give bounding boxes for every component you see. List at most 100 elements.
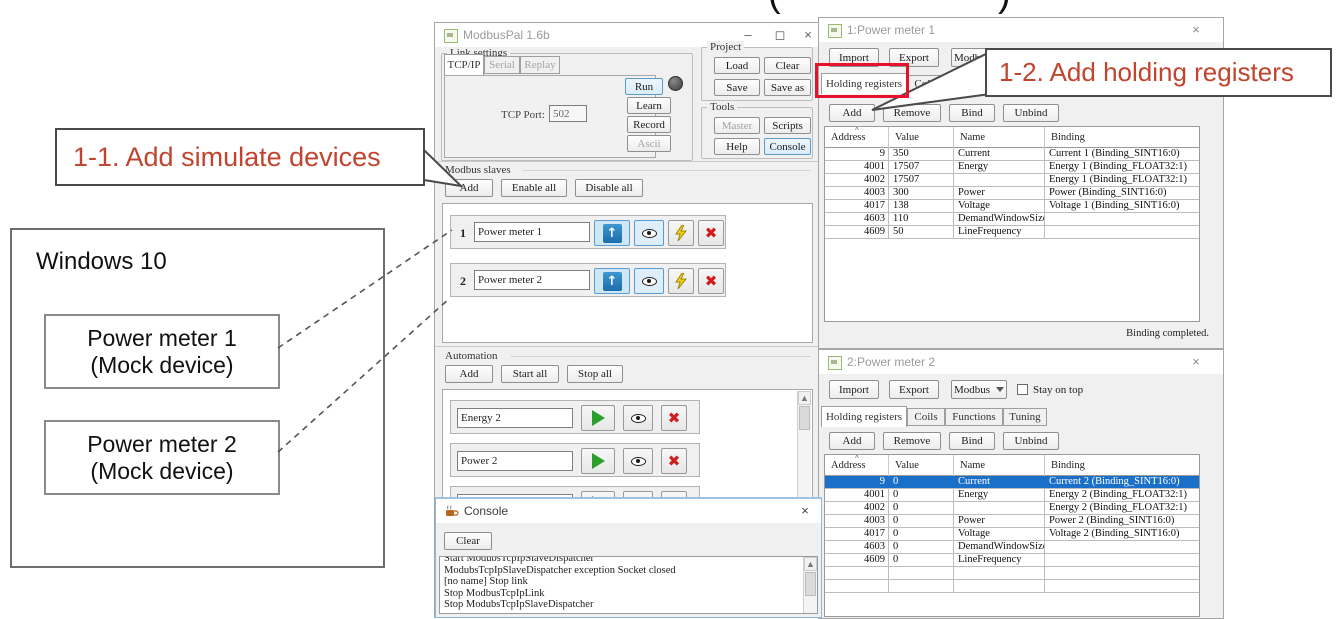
clear-console-button[interactable]: Clear [444, 532, 492, 550]
add-automation-button[interactable]: Add [445, 365, 493, 383]
tab-tcpip[interactable]: TCP/IP [444, 54, 484, 75]
column-header-name[interactable]: Name [954, 127, 1045, 148]
import-button[interactable]: Import [829, 380, 879, 399]
add-register-button[interactable]: Add [829, 104, 875, 122]
enable-slave-button[interactable]: ↑ [594, 220, 630, 246]
column-header-address[interactable]: Address^ [825, 127, 889, 148]
table-cell: Energy 1 (Binding_FLOAT32:1) [1045, 161, 1199, 173]
unbind-button[interactable]: Unbind [1003, 104, 1059, 122]
save-button[interactable]: Save [714, 79, 760, 96]
table-cell: Energy [954, 489, 1045, 501]
table-row[interactable]: 400117507EnergyEnergy 1 (Binding_FLOAT32… [825, 161, 1199, 174]
tab-coils[interactable]: Coils [907, 408, 945, 426]
start-all-button[interactable]: Start all [501, 365, 559, 383]
master-button[interactable]: Master [714, 117, 760, 134]
view-slave-button[interactable] [634, 220, 664, 246]
table-cell: 0 [889, 502, 954, 514]
record-button[interactable]: Record [627, 116, 671, 133]
bindings-button[interactable] [668, 268, 694, 294]
column-header-name[interactable]: Name [954, 455, 1045, 476]
table-row[interactable]: 4003300PowerPower (Binding_SINT16:0) [825, 187, 1199, 200]
column-header-binding[interactable]: Binding [1045, 455, 1199, 476]
unbind-button[interactable]: Unbind [1003, 432, 1059, 450]
delete-slave-button[interactable]: ✖ [698, 268, 724, 294]
bind-button[interactable]: Bind [949, 104, 995, 122]
remove-register-button[interactable]: Remove [883, 432, 941, 450]
app-icon [828, 24, 842, 38]
console-button[interactable]: Console [764, 138, 811, 155]
delete-slave-button[interactable]: ✖ [698, 220, 724, 246]
delete-automation-button[interactable]: ✖ [661, 448, 687, 474]
table-row[interactable]: 40170VoltageVoltage 2 (Binding_SINT16:0) [825, 528, 1199, 541]
table-cell: 138 [889, 200, 954, 212]
table-row[interactable] [825, 580, 1199, 593]
table-row[interactable]: 90CurrentCurrent 2 (Binding_SINT16:0) [825, 476, 1199, 489]
tab-serial[interactable]: Serial [484, 56, 520, 74]
column-header-value[interactable]: Value [889, 127, 954, 148]
table-row[interactable] [825, 567, 1199, 580]
close-button[interactable]: × [1183, 20, 1209, 40]
remove-register-button[interactable]: Remove [883, 104, 941, 122]
help-button[interactable]: Help [714, 138, 760, 155]
tcp-port-input[interactable] [549, 105, 587, 122]
slave-name-input[interactable] [474, 270, 590, 290]
learn-button[interactable]: Learn [627, 97, 671, 114]
titlebar: ModbusPal 1.6b – ◻ × [435, 23, 819, 47]
add-slave-button[interactable]: Add [445, 179, 493, 197]
bindings-button[interactable] [668, 220, 694, 246]
clear-button[interactable]: Clear [764, 57, 811, 74]
enable-all-button[interactable]: Enable all [501, 179, 567, 197]
table-row[interactable]: 40010EnergyEnergy 2 (Binding_FLOAT32:1) [825, 489, 1199, 502]
scroll-up-icon[interactable]: ▲ [804, 557, 817, 571]
view-automation-button[interactable] [623, 448, 653, 474]
table-row[interactable]: 9350CurrentCurrent 1 (Binding_SINT16:0) [825, 148, 1199, 161]
column-header-value[interactable]: Value [889, 455, 954, 476]
view-automation-button[interactable] [623, 405, 653, 431]
table-row[interactable]: 40020Energy 2 (Binding_FLOAT32:1) [825, 502, 1199, 515]
stay-on-top-checkbox[interactable] [1017, 384, 1028, 395]
start-automation-button[interactable] [581, 405, 615, 431]
scroll-thumb[interactable] [805, 572, 816, 596]
table-row[interactable]: 460950LineFrequency [825, 226, 1199, 239]
export-button[interactable]: Export [889, 380, 939, 399]
enable-slave-button[interactable]: ↑ [594, 268, 630, 294]
table-row[interactable]: 46030DemandWindowSize [825, 541, 1199, 554]
column-header-address[interactable]: Address^ [825, 455, 889, 476]
table-cell: 300 [889, 187, 954, 199]
bind-button[interactable]: Bind [949, 432, 995, 450]
save-as-button[interactable]: Save as [764, 79, 811, 96]
view-slave-button[interactable] [634, 268, 664, 294]
add-register-button[interactable]: Add [829, 432, 875, 450]
disable-all-button[interactable]: Disable all [575, 179, 643, 197]
tab-holding-registers[interactable]: Holding registers [821, 406, 907, 427]
table-cell: 9 [825, 476, 889, 488]
table-cell: 17507 [889, 174, 954, 186]
ascii-button[interactable]: Ascii [627, 135, 671, 152]
automation-name-input[interactable] [457, 451, 573, 471]
table-row[interactable]: 400217507Energy 1 (Binding_FLOAT32:1) [825, 174, 1199, 187]
tab-functions[interactable]: Functions [945, 408, 1003, 426]
load-button[interactable]: Load [714, 57, 760, 74]
scroll-thumb[interactable] [799, 406, 810, 430]
scroll-up-icon[interactable]: ▲ [798, 391, 811, 405]
run-button[interactable]: Run [625, 78, 663, 95]
maximize-button[interactable]: ◻ [767, 25, 793, 45]
close-button[interactable]: × [792, 501, 818, 521]
start-automation-button[interactable] [581, 448, 615, 474]
scripts-button[interactable]: Scripts [764, 117, 811, 134]
table-row[interactable]: 46090LineFrequency [825, 554, 1199, 567]
table-row[interactable]: 4603110DemandWindowSize [825, 213, 1199, 226]
console-scrollbar[interactable]: ▲ [803, 557, 817, 613]
tab-coils[interactable]: Coils [907, 75, 945, 93]
tab-tuning[interactable]: Tuning [1003, 408, 1047, 426]
close-button[interactable]: × [1183, 352, 1209, 372]
automation-name-input[interactable] [457, 408, 573, 428]
slave-name-input[interactable] [474, 222, 590, 242]
tab-replay[interactable]: Replay [520, 56, 560, 74]
column-header-binding[interactable]: Binding [1045, 127, 1199, 148]
table-row[interactable]: 4017138VoltageVoltage 1 (Binding_SINT16:… [825, 200, 1199, 213]
modbus-dropdown[interactable]: Modbus [951, 380, 1007, 399]
table-row[interactable]: 40030PowerPower 2 (Binding_SINT16:0) [825, 515, 1199, 528]
stop-all-button[interactable]: Stop all [567, 365, 623, 383]
delete-automation-button[interactable]: ✖ [661, 405, 687, 431]
